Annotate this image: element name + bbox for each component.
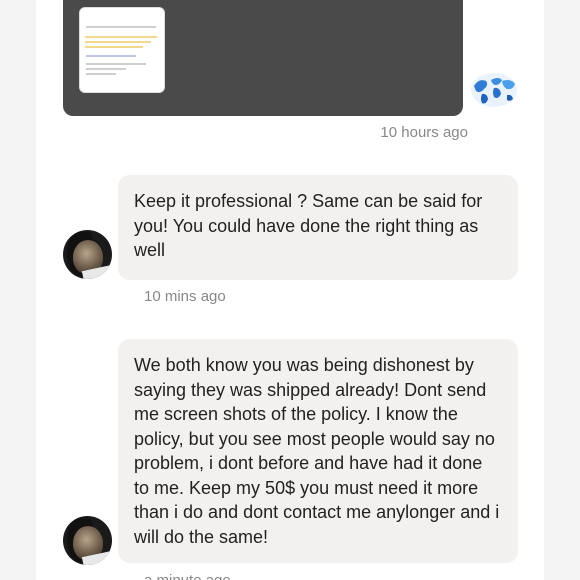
message-timestamp: 10 mins ago	[144, 288, 226, 305]
chat-thread: 10 hours ago Keep it professional ? Same…	[36, 0, 544, 580]
globe-watercolor-icon[interactable]	[470, 72, 518, 108]
avatar[interactable]	[63, 516, 112, 565]
message-bubble: Keep it professional ? Same can be said …	[118, 175, 518, 280]
message-bubble: We both know you was being dishonest by …	[118, 339, 518, 563]
message-text: We both know you was being dishonest by …	[134, 355, 500, 547]
message-text: Keep it professional ? Same can be said …	[134, 191, 483, 260]
image-message[interactable]	[63, 0, 463, 116]
avatar[interactable]	[63, 230, 112, 279]
message-timestamp: a minute ago	[144, 572, 231, 580]
message-timestamp: 10 hours ago	[380, 124, 468, 141]
document-thumbnail[interactable]	[80, 8, 164, 92]
